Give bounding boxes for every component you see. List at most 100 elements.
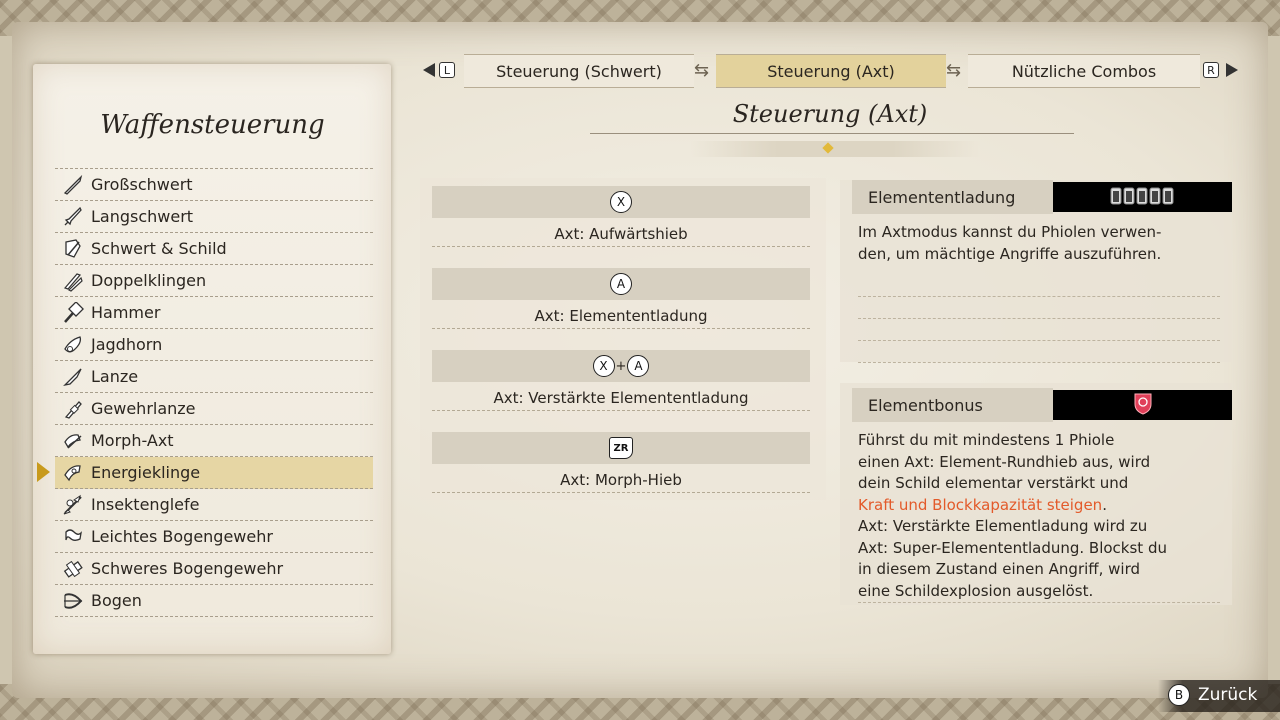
control-entry: ZR Axt: Morph-Hieb	[432, 432, 810, 493]
info-header: Elementbonus	[840, 388, 1232, 422]
control-entry: A Axt: Elemententladung	[432, 268, 810, 329]
x-button-icon: X	[610, 191, 632, 213]
zr-button-icon: ZR	[609, 437, 633, 459]
r-shoulder-button[interactable]: R	[1203, 62, 1219, 78]
weapon-item-light-bowgun[interactable]: Leichtes Bogengewehr	[55, 521, 373, 553]
info-line: dein Schild elementar verstärkt und	[858, 474, 1129, 492]
tab-swap-icon: ⇆	[694, 60, 710, 81]
switch-axe-icon	[61, 430, 85, 452]
title-divider	[590, 133, 1074, 134]
hunting-horn-icon	[61, 334, 85, 356]
weapon-item-dual-blades[interactable]: Doppelklingen	[55, 265, 373, 297]
info-panel-elementbonus: Elementbonus Führst du mit mindestens 1 …	[840, 383, 1232, 605]
weapon-label: Hammer	[91, 303, 161, 322]
x-button-icon: X	[592, 355, 615, 377]
weapon-item-gunlance[interactable]: Gewehrlanze	[55, 393, 373, 425]
weapon-item-sword-shield[interactable]: Schwert & Schild	[55, 233, 373, 265]
highlight-text: Kraft und Blockkapazität steigen	[858, 495, 1103, 514]
weapon-item-charge-blade[interactable]: Energieklinge	[55, 457, 373, 489]
control-entry: X Axt: Aufwärtshieb	[432, 186, 810, 247]
longsword-icon	[61, 206, 85, 228]
weapon-label: Langschwert	[91, 207, 194, 226]
insect-glaive-icon	[61, 494, 85, 516]
title-ornament	[690, 141, 980, 157]
control-button-bar: X	[432, 186, 810, 218]
red-shield-icon	[1132, 391, 1154, 419]
info-line: Im Axtmodus kannst du Phiolen verwen-	[858, 223, 1162, 241]
weapon-list: Großschwert Langschwert Schwert & Schild…	[55, 168, 373, 617]
empty-line	[858, 275, 1220, 297]
empty-line	[858, 341, 1220, 363]
tab-steuerung-schwert[interactable]: Steuerung (Schwert)	[464, 54, 694, 88]
weapon-item-bow[interactable]: Bogen	[55, 585, 373, 617]
weapon-item-insect-glaive[interactable]: Insektenglefe	[55, 489, 373, 521]
weapon-label: Bogen	[91, 591, 142, 610]
info-icon-box	[1053, 390, 1232, 420]
weapon-item-lance[interactable]: Lanze	[55, 361, 373, 393]
tab-nuetzliche-combos[interactable]: Nützliche Combos	[968, 54, 1200, 88]
weapon-label: Morph-Axt	[91, 431, 174, 450]
plus-sign: +	[615, 358, 627, 374]
b-button-icon: B	[1168, 684, 1190, 706]
sword-shield-icon	[61, 238, 85, 260]
a-button-icon: A	[627, 355, 650, 377]
weapon-label: Insektenglefe	[91, 495, 200, 514]
control-label: Axt: Verstärkte Elemententladung	[432, 382, 810, 411]
section-title: Steuerung (Axt)	[732, 100, 928, 128]
empty-line	[858, 319, 1220, 341]
info-icon-box	[1053, 182, 1232, 212]
weapon-label: Leichtes Bogengewehr	[91, 527, 273, 546]
greatsword-icon	[61, 174, 85, 196]
info-panel-elemententladung: Elemententladung Im Axtmodus kannst du P…	[840, 180, 1232, 363]
phial-vials-icon	[1109, 184, 1177, 210]
info-title: Elemententladung	[852, 180, 1053, 214]
info-line: Axt: Super-Elemententladung. Blockst du	[858, 538, 1167, 557]
weapon-label: Schwert & Schild	[91, 239, 227, 258]
info-title: Elementbonus	[852, 388, 1053, 422]
weapon-item-hunting-horn[interactable]: Jagdhorn	[55, 329, 373, 361]
panel-title: Waffensteuerung	[100, 110, 325, 140]
info-header: Elemententladung	[840, 180, 1232, 214]
tab-swap-icon: ⇆	[946, 60, 962, 81]
back-button[interactable]: B Zurück	[1168, 684, 1257, 706]
weapon-item-longsword[interactable]: Langschwert	[55, 201, 373, 233]
weapon-label: Gewehrlanze	[91, 399, 196, 418]
hammer-icon	[61, 301, 85, 324]
info-text: Führst du mit mindestens 1 Phiole einen …	[840, 422, 1232, 603]
weapon-item-hammer[interactable]: Hammer	[55, 297, 373, 329]
empty-line	[858, 297, 1220, 319]
weapon-item-switch-axe[interactable]: Morph-Axt	[55, 425, 373, 457]
info-line: in diesem Zustand einen Angriff, wird	[858, 560, 1141, 578]
weapon-label: Lanze	[91, 367, 139, 386]
info-line: Axt: Verstärkte Elementladung wird zu	[858, 517, 1148, 535]
info-line: den, um mächtige Angriffe auszuführen.	[858, 244, 1162, 263]
info-line-highlight: Kraft und Blockkapazität steigen.	[858, 495, 1107, 514]
weapon-item-heavy-bowgun[interactable]: Schweres Bogengewehr	[55, 553, 373, 585]
heavy-bowgun-icon	[61, 558, 85, 580]
control-label: Axt: Aufwärtshieb	[432, 218, 810, 247]
tab-next-arrow-icon[interactable]	[1226, 63, 1238, 77]
control-button-bar: ZR	[432, 432, 810, 464]
weapon-label: Schweres Bogengewehr	[91, 559, 284, 578]
charge-blade-icon	[61, 462, 85, 484]
control-button-bar: A	[432, 268, 810, 300]
control-label: Axt: Morph-Hieb	[432, 464, 810, 493]
tab-steuerung-axt[interactable]: Steuerung (Axt)	[716, 54, 946, 88]
back-label: Zurück	[1198, 685, 1258, 705]
weapon-label: Jagdhorn	[91, 335, 163, 354]
light-bowgun-icon	[61, 526, 85, 548]
lance-icon	[61, 366, 85, 388]
dual-blades-icon	[61, 270, 85, 292]
weapon-label: Großschwert	[91, 175, 193, 194]
weapon-label: Energieklinge	[91, 463, 201, 482]
control-label: Axt: Elemententladung	[432, 300, 810, 329]
control-button-bar: X + A	[432, 350, 810, 382]
info-line: eine Schildexplosion ausgelöst.	[858, 581, 1220, 603]
weapon-label: Doppelklingen	[91, 271, 207, 290]
a-button-icon: A	[610, 273, 632, 295]
l-shoulder-button[interactable]: L	[439, 62, 455, 78]
info-text: Im Axtmodus kannst du Phiolen verwen- de…	[840, 214, 1232, 363]
weapon-item-greatsword[interactable]: Großschwert	[55, 168, 373, 201]
control-entry: X + A Axt: Verstärkte Elemententladung	[432, 350, 810, 411]
tab-prev-arrow-icon[interactable]	[423, 63, 435, 77]
